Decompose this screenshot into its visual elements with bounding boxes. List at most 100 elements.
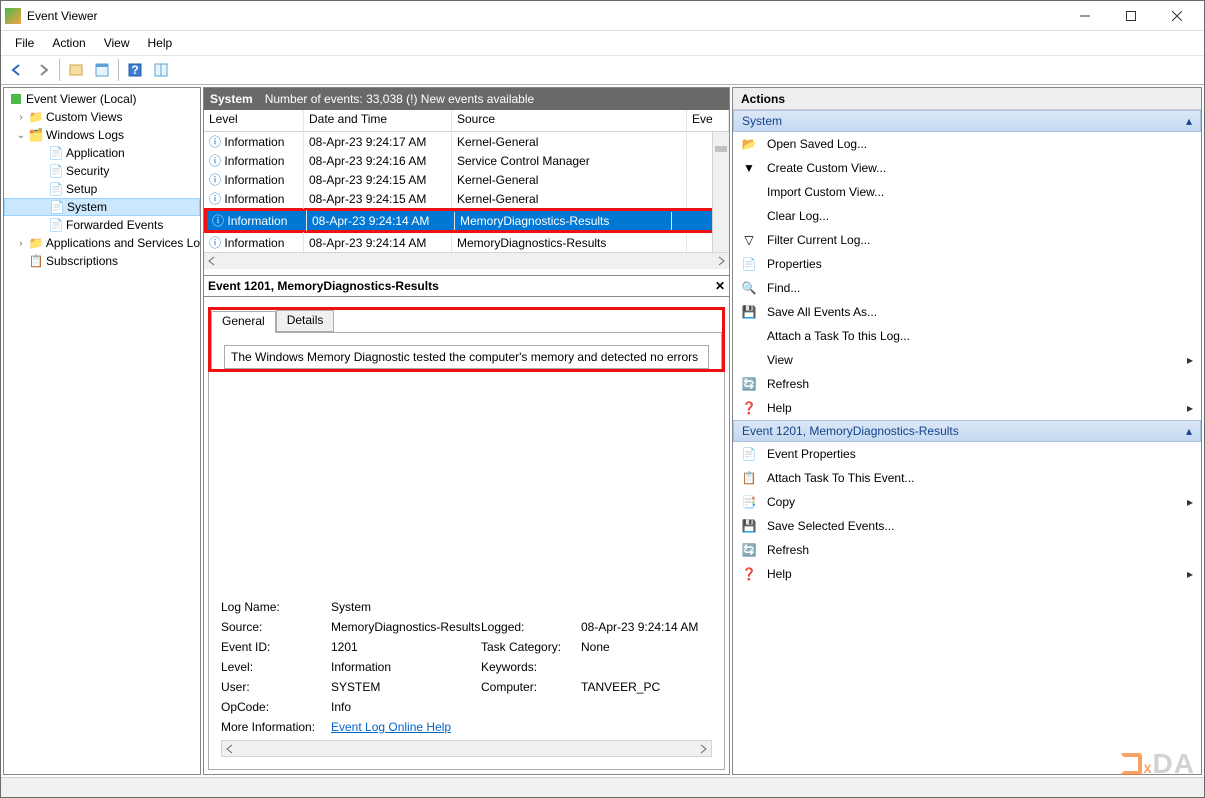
keywords-label: Keywords: <box>481 660 581 674</box>
event-row[interactable]: ⓘ Information08-Apr-23 9:24:17 AMKernel-… <box>204 132 729 151</box>
actions-section-event[interactable]: Event 1201, MemoryDiagnostics-Results▴ <box>733 420 1201 442</box>
action-refresh-2[interactable]: 🔄Refresh <box>733 538 1201 562</box>
help-toolbar-button[interactable]: ? <box>123 58 147 82</box>
properties-toolbar-button[interactable] <box>90 58 114 82</box>
event-viewer-icon <box>8 92 24 106</box>
col-date[interactable]: Date and Time <box>304 110 452 131</box>
action-label: Save All Events As... <box>767 305 877 319</box>
cell-date: 08-Apr-23 9:24:14 AM <box>307 212 455 230</box>
action-attach-task-log[interactable]: Attach a Task To this Log... <box>733 324 1201 348</box>
action-clear-log[interactable]: Clear Log... <box>733 204 1201 228</box>
tree-custom-views[interactable]: › 📁 Custom Views <box>4 108 200 126</box>
action-import-custom-view[interactable]: Import Custom View... <box>733 180 1201 204</box>
tab-general[interactable]: General <box>211 311 276 333</box>
submenu-arrow-icon: ▸ <box>1187 401 1193 415</box>
tree-setup[interactable]: 📄 Setup <box>4 180 200 198</box>
action-view-submenu[interactable]: View▸ <box>733 348 1201 372</box>
scroll-left-icon[interactable] <box>224 743 236 755</box>
forward-button[interactable] <box>31 58 55 82</box>
event-row-selected[interactable]: ⓘ Information08-Apr-23 9:24:14 AMMemoryD… <box>207 211 714 230</box>
event-row[interactable]: ⓘ Information08-Apr-23 9:24:15 AMKernel-… <box>204 189 729 208</box>
action-create-custom-view[interactable]: ▼Create Custom View... <box>733 156 1201 180</box>
panes-toolbar-button[interactable] <box>149 58 173 82</box>
chevron-down-icon[interactable]: ⌄ <box>14 130 28 141</box>
tree-root[interactable]: Event Viewer (Local) <box>4 90 200 108</box>
tree-subscriptions[interactable]: 📋 Subscriptions <box>4 252 200 270</box>
col-level[interactable]: Level <box>204 110 304 131</box>
navigation-tree[interactable]: Event Viewer (Local) › 📁 Custom Views ⌄ … <box>3 87 201 775</box>
tab-details[interactable]: Details <box>276 310 335 332</box>
minimize-button[interactable] <box>1062 2 1108 30</box>
action-help-submenu[interactable]: ❓Help▸ <box>733 396 1201 420</box>
blank-icon <box>741 328 757 344</box>
scroll-left-icon[interactable] <box>206 255 218 267</box>
action-refresh[interactable]: 🔄Refresh <box>733 372 1201 396</box>
tree-forwarded[interactable]: 📄 Forwarded Events <box>4 216 200 234</box>
subscriptions-icon: 📋 <box>28 254 44 268</box>
event-detail-panel: Event 1201, MemoryDiagnostics-Results ✕ … <box>204 269 729 774</box>
event-row[interactable]: ⓘ Information08-Apr-23 9:24:14 AMMemoryD… <box>204 233 729 252</box>
event-message: The Windows Memory Diagnostic tested the… <box>224 345 709 369</box>
scroll-right-icon[interactable] <box>715 255 727 267</box>
tree-windows-logs[interactable]: ⌄ 🗂️ Windows Logs <box>4 126 200 144</box>
show-hide-tree-button[interactable] <box>64 58 88 82</box>
detail-horizontal-scrollbar[interactable] <box>221 740 712 757</box>
actions-section-system[interactable]: System▴ <box>733 110 1201 132</box>
event-row[interactable]: ⓘ Information08-Apr-23 9:24:15 AMKernel-… <box>204 170 729 189</box>
grid-body[interactable]: ⓘ Information08-Apr-23 9:24:17 AMKernel-… <box>204 132 729 252</box>
tree-apps-services[interactable]: › 📁 Applications and Services Lo <box>4 234 200 252</box>
log-title: System <box>210 92 253 106</box>
action-properties[interactable]: 📄Properties <box>733 252 1201 276</box>
cell-eve <box>672 219 714 223</box>
action-find[interactable]: 🔍Find... <box>733 276 1201 300</box>
menu-action[interactable]: Action <box>44 33 93 53</box>
close-button[interactable] <box>1154 2 1200 30</box>
event-row[interactable]: ⓘ Information08-Apr-23 9:24:16 AMService… <box>204 151 729 170</box>
action-open-saved-log[interactable]: 📂Open Saved Log... <box>733 132 1201 156</box>
tree-system[interactable]: 📄 System <box>4 198 200 216</box>
action-help-submenu-2[interactable]: ❓Help▸ <box>733 562 1201 586</box>
tree-application[interactable]: 📄 Application <box>4 144 200 162</box>
grid-header[interactable]: Level Date and Time Source Eve <box>204 110 729 132</box>
chevron-right-icon[interactable]: › <box>14 112 28 123</box>
menubar: File Action View Help <box>1 31 1204 55</box>
action-copy-submenu[interactable]: 📑Copy▸ <box>733 490 1201 514</box>
tree-security[interactable]: 📄 Security <box>4 162 200 180</box>
action-label: Filter Current Log... <box>767 233 870 247</box>
vertical-scrollbar[interactable] <box>712 132 729 252</box>
event-properties-grid: Log Name: System Source: MemoryDiagnosti… <box>221 600 712 734</box>
watermark: XDA <box>1120 748 1195 780</box>
menu-view[interactable]: View <box>96 33 138 53</box>
menu-help[interactable]: Help <box>140 33 181 53</box>
col-source[interactable]: Source <box>452 110 687 131</box>
back-button[interactable] <box>5 58 29 82</box>
detail-title: Event 1201, MemoryDiagnostics-Results <box>208 279 439 293</box>
maximize-button[interactable] <box>1108 2 1154 30</box>
action-save-all-events[interactable]: 💾Save All Events As... <box>733 300 1201 324</box>
highlighted-detail-annotation: General Details The Windows Memory Diagn… <box>208 307 725 372</box>
collapse-icon[interactable]: ▴ <box>1186 114 1192 128</box>
action-attach-task-event[interactable]: 📋Attach Task To This Event... <box>733 466 1201 490</box>
action-save-selected[interactable]: 💾Save Selected Events... <box>733 514 1201 538</box>
scroll-thumb[interactable] <box>715 146 727 152</box>
event-log-help-link[interactable]: Event Log Online Help <box>331 720 712 734</box>
log-name-value: System <box>331 600 712 614</box>
chevron-right-icon[interactable]: › <box>14 238 28 249</box>
folder-icon: 📁 <box>28 110 44 124</box>
eventid-value: 1201 <box>331 640 481 654</box>
close-detail-button[interactable]: ✕ <box>715 279 725 293</box>
action-filter-current-log[interactable]: ▽Filter Current Log... <box>733 228 1201 252</box>
col-event-id[interactable]: Eve <box>687 110 729 131</box>
menu-file[interactable]: File <box>7 33 42 53</box>
scroll-right-icon[interactable] <box>697 743 709 755</box>
folder-open-icon: 🗂️ <box>28 128 44 142</box>
opcode-value: Info <box>331 700 712 714</box>
horizontal-scrollbar[interactable] <box>204 252 729 269</box>
cell-level: Information <box>227 214 287 228</box>
log-icon: 📄 <box>48 218 64 232</box>
collapse-icon[interactable]: ▴ <box>1186 424 1192 438</box>
folder-open-icon: 📂 <box>741 136 757 152</box>
cell-level: Information <box>224 154 284 168</box>
blank-icon <box>741 184 757 200</box>
action-event-properties[interactable]: 📄Event Properties <box>733 442 1201 466</box>
